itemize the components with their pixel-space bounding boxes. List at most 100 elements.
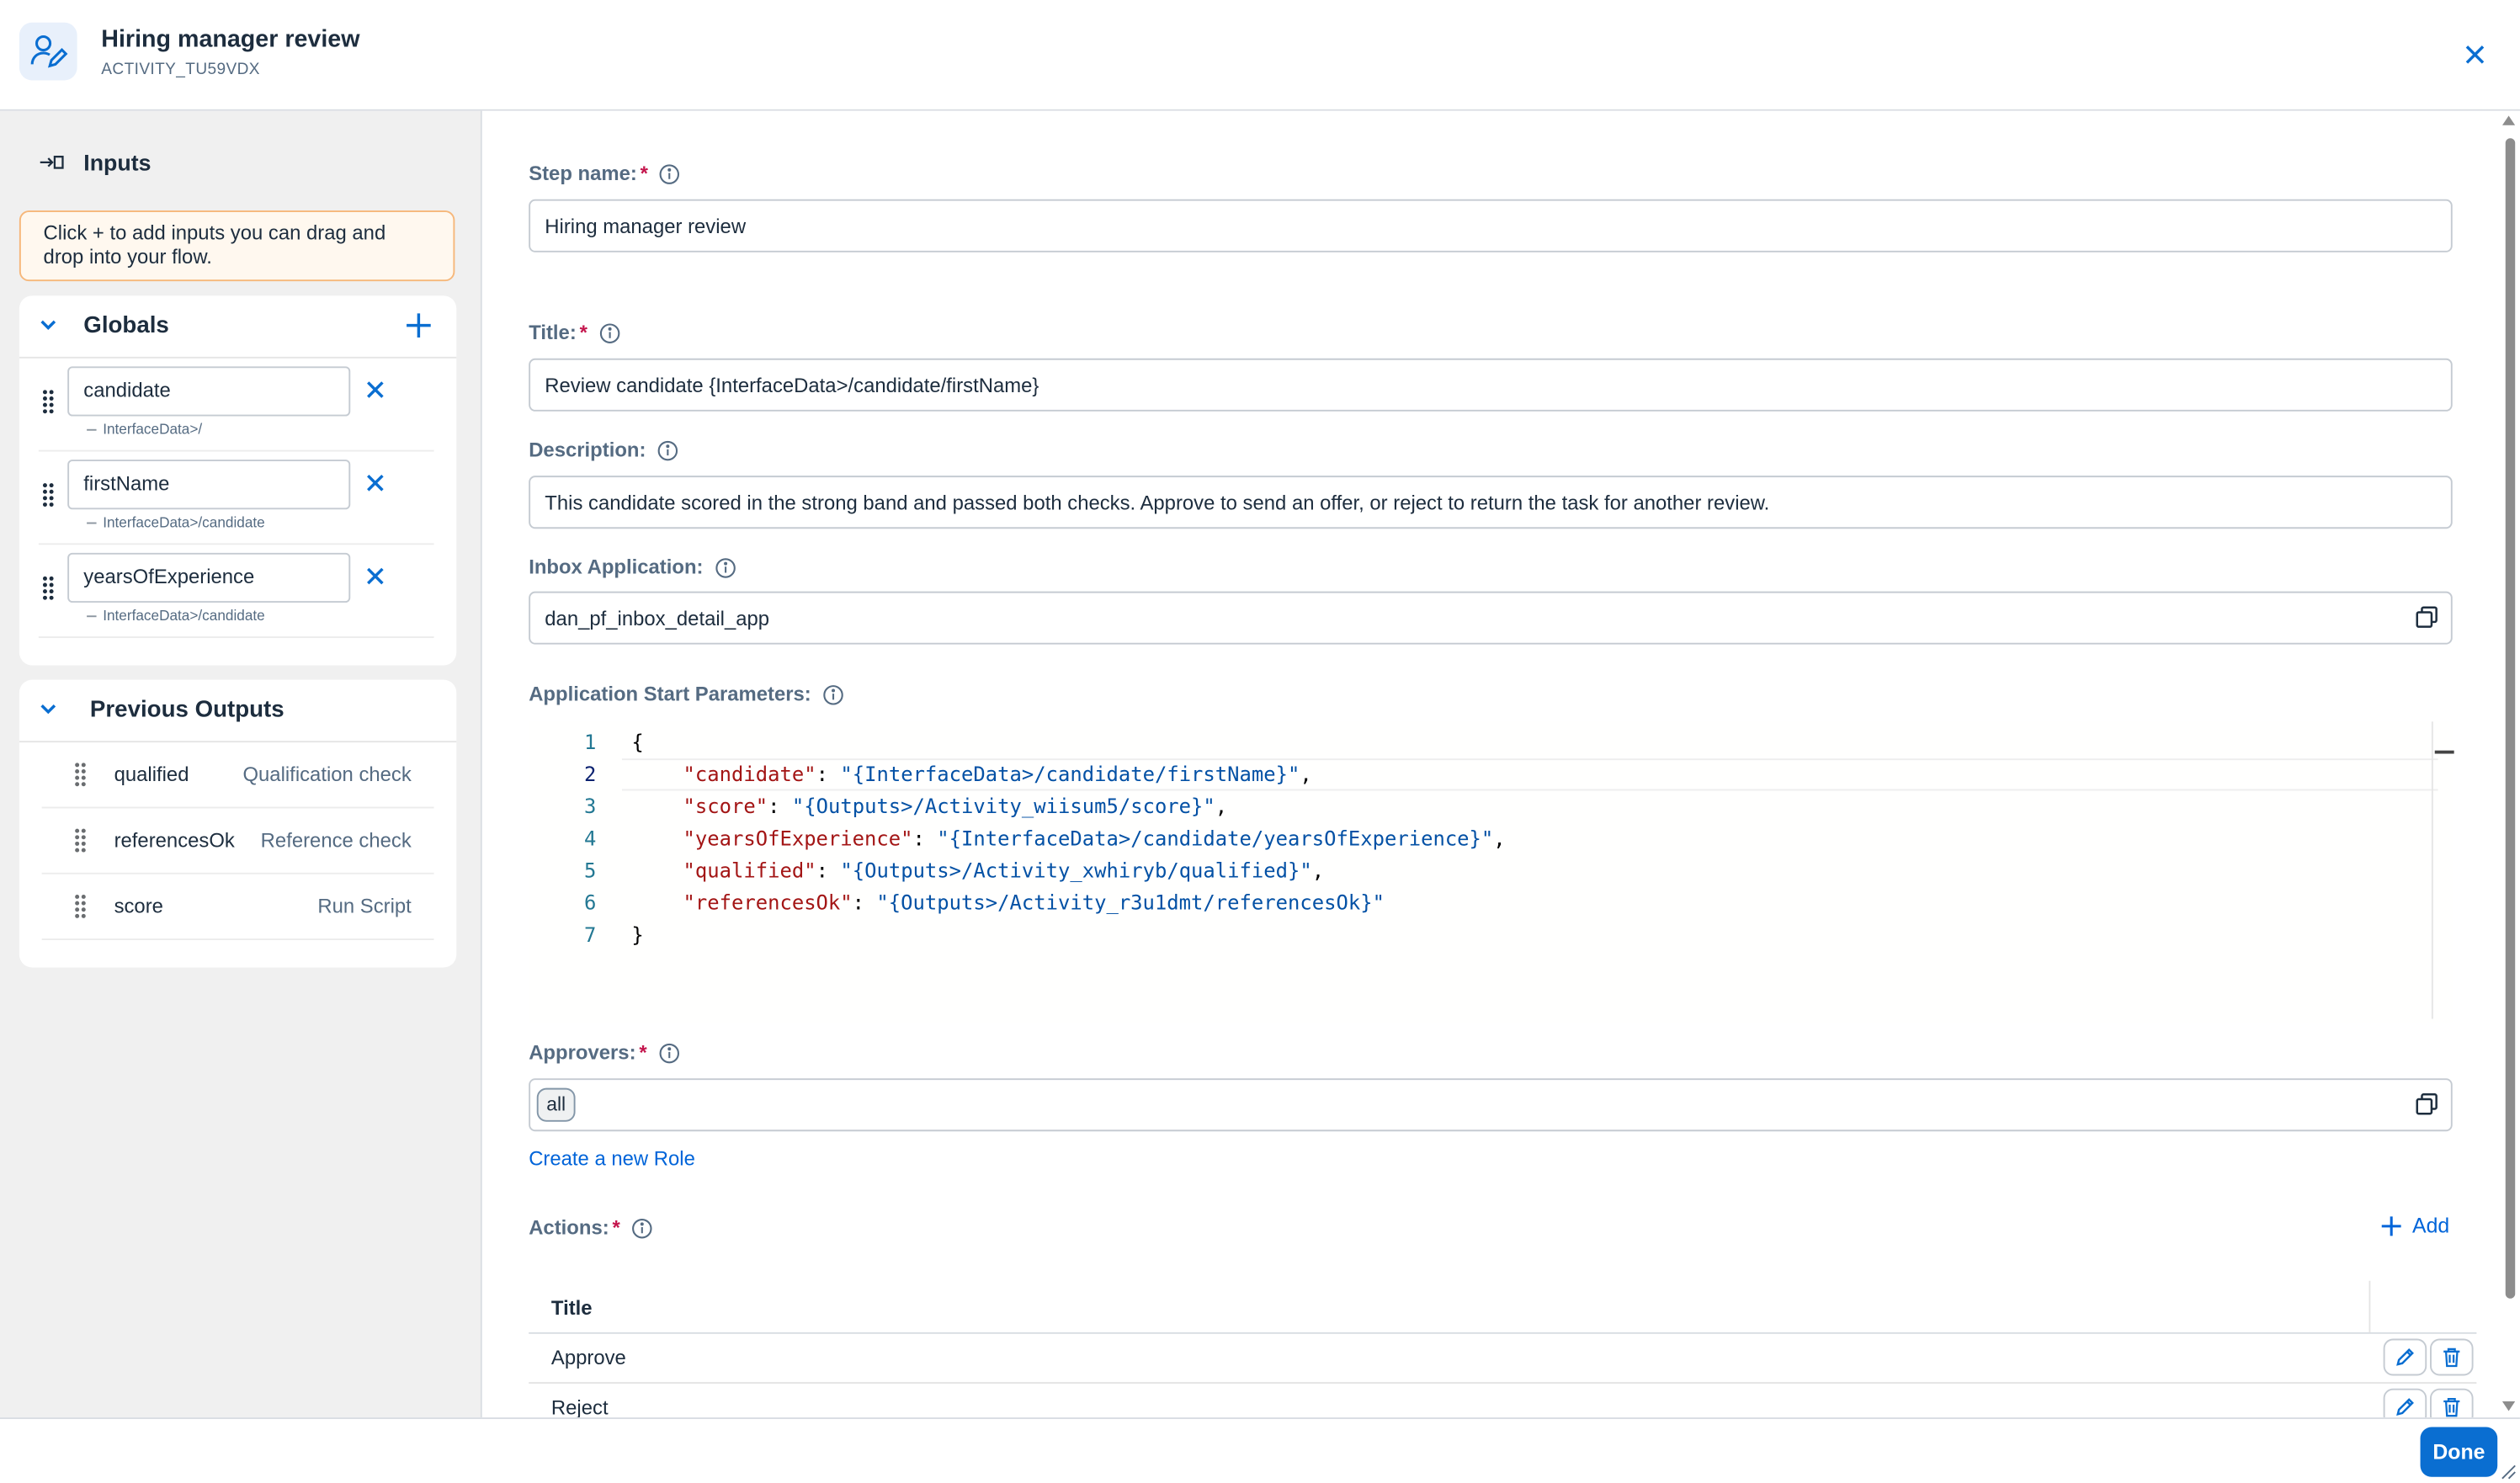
value-help-icon: [2416, 1093, 2438, 1115]
global-name-input[interactable]: firstName InterfaceData>/candidate: [67, 460, 351, 530]
table-row: Reject: [529, 1384, 2476, 1418]
output-item[interactable]: qualified Qualification check: [41, 742, 434, 809]
trash-icon: [2443, 1347, 2460, 1368]
input-arrow-icon: [40, 156, 64, 169]
actions-table: Title Approve Reject: [529, 1280, 2477, 1418]
inputs-header: Inputs: [39, 146, 152, 178]
line-number: 6: [584, 890, 597, 915]
code-line: "qualified": "{Outputs>/Activity_xwhiryb…: [683, 858, 1325, 883]
drag-handle-icon[interactable]: [42, 576, 55, 602]
close-button[interactable]: [2456, 35, 2495, 74]
global-path: InterfaceData>/candidate: [87, 514, 265, 530]
drag-handle-icon[interactable]: [74, 827, 87, 853]
editor-ruler: [2431, 721, 2433, 1019]
global-name-input[interactable]: candidate InterfaceData>/: [67, 366, 351, 437]
json-value: "{Outputs>/Activity_xwhiryb/qualified}": [840, 858, 1312, 883]
step-name-input[interactable]: Hiring manager review: [529, 199, 2453, 252]
column-title: Title: [550, 1296, 593, 1320]
required-marker: *: [639, 1041, 647, 1065]
edit-user-icon: [19, 22, 77, 81]
global-name-input[interactable]: yearsOfExperience InterfaceData>/candida…: [67, 552, 351, 624]
value-help-icon: [2416, 606, 2438, 628]
output-item[interactable]: score Run Script: [41, 874, 434, 940]
drag-handle-icon[interactable]: [42, 389, 55, 415]
info-icon[interactable]: [631, 1217, 652, 1238]
globals-header[interactable]: Globals: [19, 295, 457, 359]
json-comma: ,: [1215, 794, 1228, 818]
dialog-header: Hiring manager review ACTIVITY_TU59VDX: [0, 0, 2520, 111]
dialog-root: Hiring manager review ACTIVITY_TU59VDX I…: [0, 0, 2520, 1483]
scrollbar-thumb[interactable]: [2505, 138, 2516, 1299]
delete-action-button[interactable]: [2430, 1388, 2474, 1418]
info-icon[interactable]: [715, 557, 736, 578]
globals-panel: Globals candidate InterfaceData>/ firstN…: [19, 295, 457, 666]
delete-action-button[interactable]: [2430, 1338, 2474, 1376]
output-source: Run Script: [317, 895, 412, 918]
info-icon[interactable]: [657, 439, 678, 460]
edit-action-button[interactable]: [2383, 1388, 2427, 1418]
info-icon[interactable]: [822, 683, 843, 704]
line-number: 3: [584, 794, 597, 818]
start-params-editor[interactable]: 1 2 3 4 5 6 7 { "candidate": "{Interface…: [529, 721, 2454, 1023]
activity-id: ACTIVITY_TU59VDX: [101, 61, 260, 79]
output-source: Qualification check: [242, 763, 412, 786]
column-separator: [2368, 1280, 2371, 1332]
scroll-up-icon[interactable]: [2501, 115, 2516, 125]
done-button[interactable]: Done: [2420, 1427, 2498, 1477]
json-comma: ,: [1311, 858, 1325, 883]
dialog-title: Hiring manager review: [101, 25, 360, 54]
drag-handle-icon[interactable]: [74, 762, 87, 788]
create-role-link[interactable]: Create a new Role: [529, 1147, 695, 1170]
output-item[interactable]: referencesOk Reference check: [41, 808, 434, 874]
value-help-button[interactable]: [2416, 1092, 2438, 1123]
edit-action-button[interactable]: [2383, 1338, 2427, 1376]
inputs-title: Inputs: [83, 149, 152, 176]
chevron-down-icon[interactable]: [39, 315, 58, 334]
previous-outputs-header[interactable]: Previous Outputs: [19, 680, 457, 743]
step-name-label: Step name: *: [529, 162, 680, 185]
remove-global-icon[interactable]: [366, 381, 384, 399]
inbox-application-input[interactable]: dan_pf_inbox_detail_app: [529, 591, 2453, 645]
json-value: "{InterfaceData>/candidate/yearsOfExperi…: [937, 826, 1494, 851]
global-name: firstName: [83, 472, 170, 496]
step-name-value: Hiring manager review: [545, 215, 747, 238]
value-help-button[interactable]: [2416, 606, 2438, 636]
json-value: "{Outputs>/Activity_wiisum5/score}": [791, 794, 1215, 818]
approver-token[interactable]: all: [536, 1087, 576, 1122]
output-name: referencesOk: [114, 829, 235, 852]
title-input[interactable]: Review candidate {InterfaceData>/candida…: [529, 358, 2453, 412]
close-icon: [2465, 45, 2485, 64]
inbox-application-label-text: Inbox Application:: [529, 555, 704, 579]
code-close-brace: }: [631, 922, 644, 947]
editor-minimap[interactable]: [2434, 750, 2454, 754]
code-line: "yearsOfExperience": "{InterfaceData>/ca…: [683, 826, 1506, 851]
info-icon[interactable]: [658, 1042, 679, 1063]
drag-handle-icon[interactable]: [74, 894, 87, 920]
description-input[interactable]: This candidate scored in the strong band…: [529, 476, 2453, 529]
add-action-button[interactable]: Add: [2380, 1214, 2449, 1237]
trash-icon: [2443, 1397, 2460, 1417]
resize-handle-icon[interactable]: [2499, 1463, 2517, 1480]
json-key: "qualified": [683, 858, 816, 883]
title-label-text: Title:: [529, 321, 577, 344]
approvers-input[interactable]: all: [529, 1078, 2453, 1132]
json-value: "{InterfaceData>/candidate/firstName}": [840, 762, 1300, 786]
table-row: Approve: [529, 1334, 2477, 1384]
remove-global-icon[interactable]: [366, 567, 384, 585]
scroll-down-icon[interactable]: [2501, 1401, 2516, 1411]
global-item: firstName InterfaceData>/candidate: [38, 452, 434, 545]
line-number: 1: [584, 729, 597, 754]
required-marker: *: [612, 1216, 620, 1240]
chevron-down-icon[interactable]: [39, 699, 58, 719]
json-comma: ,: [1300, 762, 1312, 786]
global-path: InterfaceData>/: [87, 421, 202, 437]
info-icon[interactable]: [659, 163, 680, 184]
action-title: Approve: [550, 1347, 626, 1369]
add-global-icon[interactable]: [405, 311, 432, 338]
required-marker: *: [640, 162, 648, 185]
previous-outputs-title: Previous Outputs: [89, 697, 284, 724]
drag-handle-icon[interactable]: [42, 482, 55, 508]
info-icon[interactable]: [598, 322, 619, 343]
line-number: 4: [584, 826, 597, 851]
remove-global-icon[interactable]: [366, 474, 384, 492]
